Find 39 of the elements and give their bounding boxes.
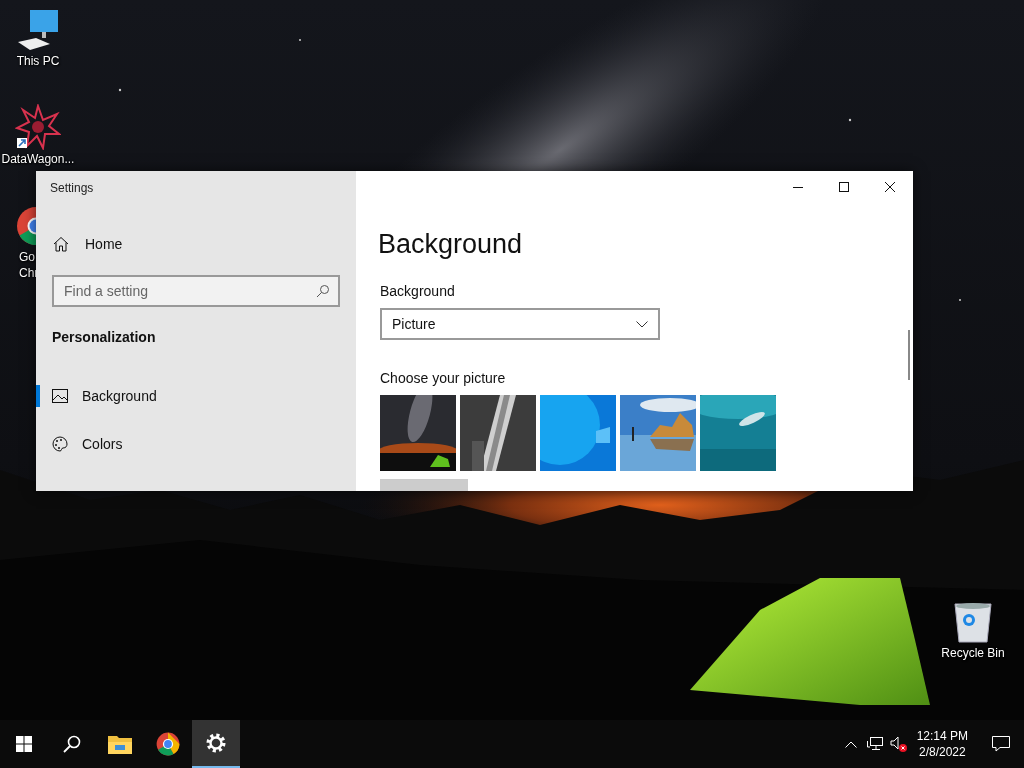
date-text: 2/8/2022 [918,744,966,760]
star-icon[interactable] [15,104,61,150]
folder-icon[interactable] [108,734,132,754]
search-field[interactable]: Find a setting [52,275,340,307]
taskbar-button[interactable] [192,720,240,768]
icon-label: Go [18,250,35,264]
home-link[interactable]: Home [36,226,356,262]
palette-icon [52,436,68,452]
search-icon[interactable] [63,735,81,753]
computer-icon[interactable] [16,8,60,52]
icon-label: DataWagon... [1,152,75,166]
chevron-up-icon[interactable] [844,740,857,748]
sidebar-item[interactable]: Colors [36,420,356,468]
home-icon [53,236,69,252]
settings-icon[interactable] [206,733,226,753]
field-label: Background [379,282,455,301]
icon-label: Chr [18,266,39,280]
recycle-bin-icon[interactable] [953,600,993,644]
icon-label: This PC [16,54,60,68]
close-icon [885,182,895,192]
window-title: Settings [49,180,94,196]
section-heading: Personalization [52,329,156,345]
chevron-down-icon [636,320,648,328]
notification-icon[interactable] [992,736,1010,752]
field-label: Choose your picture [379,369,506,388]
chrome-icon[interactable] [156,732,180,756]
picture-icon [52,389,68,403]
sidebar-item[interactable]: Background [36,372,356,420]
network-icon[interactable] [866,737,883,751]
time-text: 12:14 PM [916,728,968,744]
speaker-icon[interactable] [889,736,908,752]
background-dropdown[interactable]: Picture [380,308,660,340]
icon-label: Recycle Bin [941,646,1005,660]
scrollbar[interactable] [908,330,910,380]
clock[interactable]: 12:14 PM 2/8/2022 [910,728,978,760]
windows-icon[interactable] [16,736,32,752]
maximize-icon [839,182,849,192]
page-title: Background [378,228,523,261]
search-icon [316,284,330,298]
